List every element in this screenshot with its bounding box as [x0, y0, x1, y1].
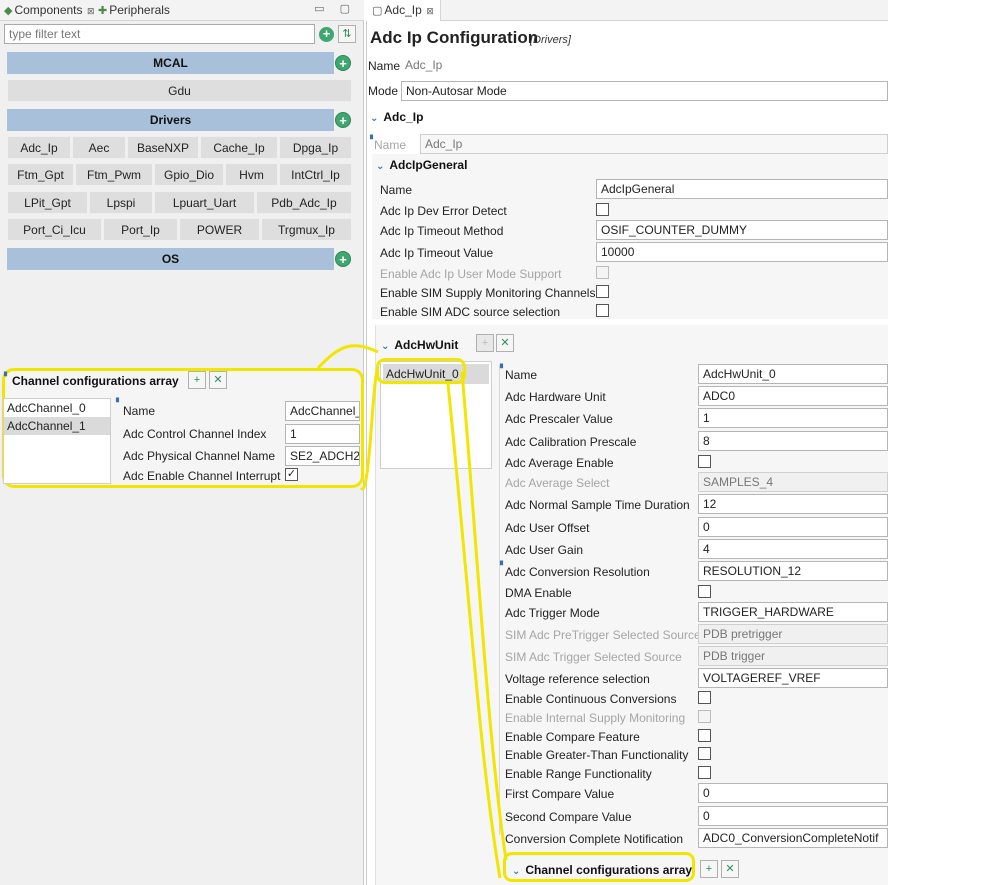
connector-top [316, 344, 379, 370]
connector-left [359, 367, 380, 491]
connector-long-left [446, 383, 502, 879]
annotation-connectors [316, 344, 508, 879]
